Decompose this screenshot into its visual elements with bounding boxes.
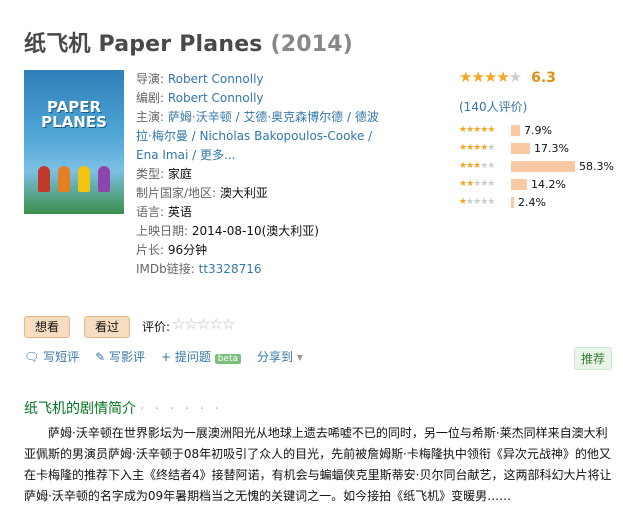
- share-menu[interactable]: 分享到 ▾: [257, 348, 303, 365]
- five-star-icon: ★★★★★: [459, 125, 495, 135]
- rating-summary: ★★★★★ 6.3: [459, 68, 619, 86]
- poster-figure: [78, 166, 90, 192]
- poster-figure: [58, 166, 70, 192]
- rating-stars-icon: ★★★★★: [459, 68, 522, 86]
- rating-panel: ★★★★★ 6.3 (140人评价) ★★★★★ 7.9% ★★★★★ 17.3% …: [459, 68, 619, 211]
- rating-score: 6.3: [531, 70, 556, 86]
- rate-stars-input[interactable]: ☆☆☆☆☆: [172, 315, 235, 333]
- write-short-review[interactable]: 🗨 写短评: [24, 348, 79, 365]
- rating-pct: 58.3%: [579, 159, 614, 173]
- action-bar: 🗨 写短评 ✎ 写影评 + 提问题 beta 分享到 ▾: [24, 348, 303, 365]
- rating-bar: [511, 124, 520, 136]
- pencil-icon: ✎: [95, 350, 106, 364]
- rating-bar: [511, 142, 530, 154]
- want-to-watch-button[interactable]: 想看: [24, 316, 71, 338]
- rating-bar: [511, 178, 527, 190]
- movie-poster[interactable]: PAPER PLANES: [24, 70, 124, 214]
- region: 澳大利亚: [219, 186, 268, 200]
- plus-icon: +: [160, 350, 172, 364]
- heading-dots: · · · · · ·: [140, 401, 222, 417]
- rating-bar: [511, 196, 514, 208]
- release-date: 2014-08-10(澳大利亚): [191, 224, 319, 238]
- two-star-icon: ★★★★★: [459, 179, 495, 189]
- poster-figure: [98, 166, 110, 192]
- rating-distribution: ★★★★★ 7.9% ★★★★★ 17.3% ★★★★★ 58.3% ★★★★★ 14.…: [459, 121, 619, 211]
- four-star-icon: ★★★★★: [459, 143, 495, 153]
- language: 英语: [167, 205, 192, 219]
- imdb-link[interactable]: tt3328716: [199, 262, 262, 276]
- recommend-button[interactable]: 推荐: [574, 347, 613, 370]
- movie-title: 纸飞机 Paper Planes: [24, 32, 263, 57]
- synopsis-text: 萨姆·沃辛顿在世界影坛为一展澳洲阳光从地球上遗去唏嘘不已的同时，另一位与希斯·莱…: [24, 426, 612, 503]
- genre: 家庭: [167, 167, 192, 181]
- write-review[interactable]: ✎ 写影评: [95, 348, 145, 365]
- synopsis-heading: 纸飞机的剧情简介 · · · · · ·: [24, 401, 222, 417]
- chevron-down-icon: ▾: [296, 350, 303, 364]
- rating-pct: 2.4%: [518, 195, 546, 209]
- three-star-icon: ★★★★★: [459, 161, 495, 171]
- runtime: 96分钟: [167, 243, 208, 257]
- rating-pct: 14.2%: [531, 177, 566, 191]
- rating-bar-row: ★★★★★ 14.2%: [459, 175, 619, 193]
- rating-pct: 7.9%: [524, 123, 552, 137]
- cast-links[interactable]: 萨姆·沃辛顿 / 艾德·奥克森博尔德 / 德波拉·梅尔曼 / Nicholas …: [136, 110, 379, 162]
- ask-question[interactable]: + 提问题 beta: [160, 348, 242, 365]
- movie-year: (2014): [270, 32, 354, 57]
- beta-badge: beta: [214, 354, 242, 364]
- rating-count-link[interactable]: (140人评价): [459, 100, 527, 114]
- rating-bar: [511, 160, 575, 172]
- movie-info: 导演: Robert Connolly 编剧: Robert Connolly …: [136, 70, 386, 279]
- one-star-icon: ★★★★★: [459, 197, 495, 207]
- watched-button[interactable]: 看过: [84, 316, 131, 338]
- poster-title: PAPER PLANES: [41, 98, 107, 131]
- cast-row: 主演: 萨姆·沃辛顿 / 艾德·奥克森博尔德 / 德波拉·梅尔曼 / Nicho…: [136, 110, 379, 162]
- rating-pct: 17.3%: [534, 141, 569, 155]
- writer-link[interactable]: Robert Connolly: [168, 91, 264, 105]
- comment-icon: 🗨: [24, 350, 40, 364]
- director-link[interactable]: Robert Connolly: [168, 72, 264, 86]
- poster-figure: [38, 166, 50, 192]
- page-title: 纸飞机 Paper Planes (2014): [24, 26, 353, 58]
- rating-bar-row: ★★★★★ 7.9%: [459, 121, 619, 139]
- rating-bar-row: ★★★★★ 58.3%: [459, 157, 619, 175]
- rating-bar-row: ★★★★★ 2.4%: [459, 193, 619, 211]
- rating-bar-row: ★★★★★ 17.3%: [459, 139, 619, 157]
- rate-label: 评价:: [142, 320, 171, 334]
